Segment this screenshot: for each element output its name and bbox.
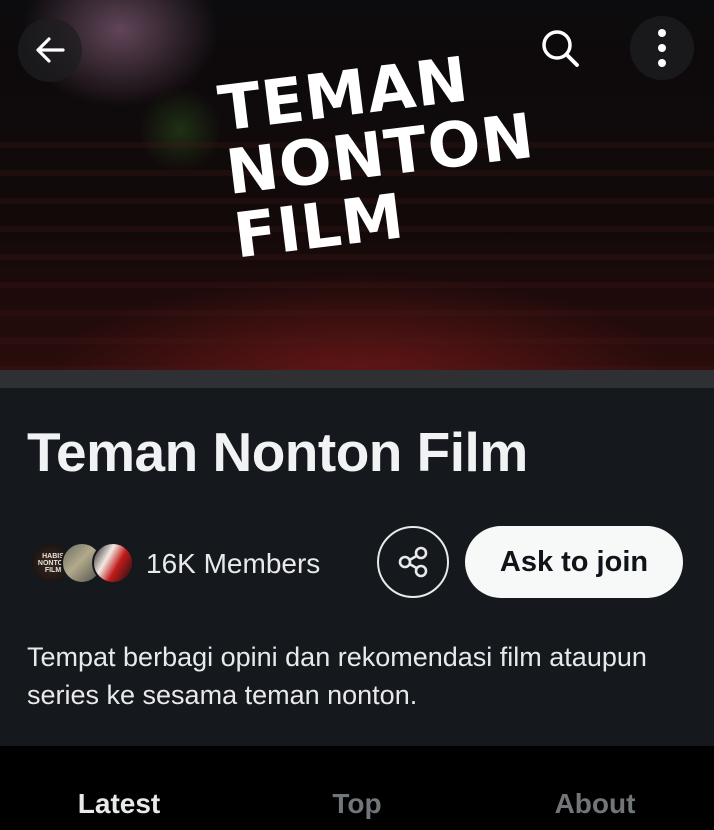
share-icon: [398, 546, 428, 578]
banner-logo: TEMAN NONTON FILM: [214, 40, 546, 272]
community-description: Tempat berbagi opini dan rekomendasi fil…: [27, 642, 647, 710]
tab-latest[interactable]: Latest: [0, 746, 238, 830]
more-options-button[interactable]: [630, 16, 694, 80]
community-title: Teman Nonton Film: [27, 421, 528, 483]
arrow-left-icon: [36, 37, 65, 63]
member-avatars[interactable]: HABIS NONTON FILM: [30, 542, 136, 584]
search-button[interactable]: [528, 16, 592, 80]
avatar: [92, 542, 134, 584]
banner-divider: [0, 370, 714, 388]
back-button[interactable]: [18, 18, 82, 82]
tab-about[interactable]: About: [476, 746, 714, 830]
more-vertical-icon: [658, 29, 666, 67]
ask-to-join-button[interactable]: Ask to join: [465, 526, 683, 598]
community-info-panel: Teman Nonton Film HABIS NONTON FILM 16K …: [0, 388, 714, 746]
community-banner: TEMAN NONTON FILM: [0, 0, 714, 370]
member-count[interactable]: 16K Members: [146, 548, 320, 580]
search-icon: [542, 30, 579, 67]
share-button[interactable]: [377, 526, 449, 598]
community-tabs: Latest Top About: [0, 746, 714, 830]
tab-top[interactable]: Top: [238, 746, 476, 830]
